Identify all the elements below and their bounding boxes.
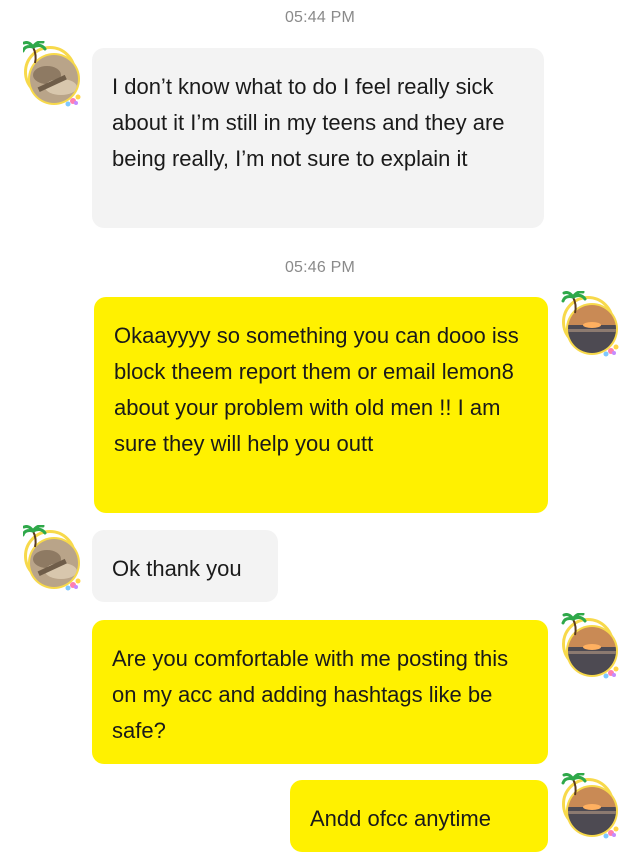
timestamp: 05:44 PM (284, 9, 356, 26)
self-avatar-icon[interactable] (562, 618, 614, 670)
outgoing-message: Okaayyyy so something you can dooo iss b… (94, 297, 548, 513)
contact-avatar-icon[interactable] (24, 530, 76, 582)
timestamp: 05:46 PM (284, 259, 356, 276)
outgoing-message: Andd ofcc anytime (290, 780, 548, 852)
contact-avatar-icon[interactable] (24, 46, 76, 98)
incoming-message: Ok thank you (92, 530, 278, 602)
self-avatar-icon[interactable] (562, 778, 614, 830)
outgoing-message: Are you comfortable with me posting this… (92, 620, 548, 764)
self-avatar-icon[interactable] (562, 296, 614, 348)
incoming-message: I don’t know what to do I feel really si… (92, 48, 544, 228)
